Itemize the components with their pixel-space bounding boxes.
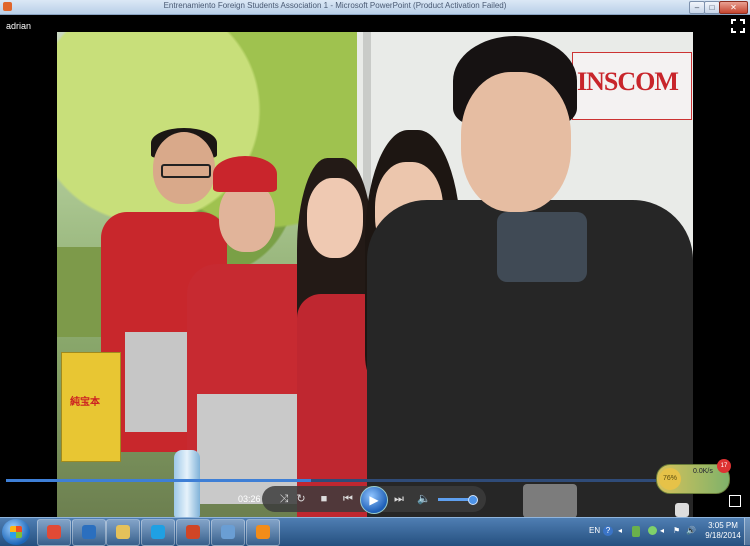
media-player-icon <box>82 525 96 539</box>
previous-button[interactable]: ⏮ <box>340 492 356 506</box>
network-speed: 0.0K/s <box>693 468 713 475</box>
volume-slider-knob[interactable] <box>468 495 478 505</box>
maximize-button[interactable]: □ <box>704 1 720 14</box>
volume-slider-fill <box>438 498 472 501</box>
elapsed-time: 03:26 <box>238 494 261 504</box>
vlc-icon <box>256 525 270 539</box>
tray-arrow-icon[interactable]: ◂ <box>660 526 664 535</box>
fullscreen-icon[interactable] <box>731 19 745 33</box>
taskbar-button-media-player[interactable] <box>72 519 106 546</box>
network-icon[interactable] <box>648 526 657 535</box>
close-button[interactable]: ✕ <box>719 1 748 14</box>
clock-time: 3:05 PM <box>708 521 738 530</box>
system-clock[interactable]: 3:05 PM 9/18/2014 <box>703 521 743 541</box>
taskbar-button-powerpoint[interactable] <box>176 519 210 546</box>
windows-logo-icon <box>10 526 22 538</box>
snack-box-text: 純宝本 <box>70 397 100 408</box>
photo-viewer-icon <box>221 525 235 539</box>
network-speed-widget[interactable]: 76% 0.0K/s 17 <box>656 459 731 494</box>
seek-bar[interactable] <box>6 479 700 482</box>
banner-text: INSCOM <box>577 67 679 96</box>
minimize-button[interactable]: – <box>689 1 705 14</box>
volume-slider[interactable] <box>438 495 478 505</box>
water-bottle <box>174 450 200 518</box>
play-button[interactable]: ▶ <box>360 486 388 514</box>
powerpoint-icon <box>186 525 200 539</box>
user-label: adrian <box>6 21 32 31</box>
snack-box: 純宝本 <box>61 352 121 462</box>
network-percent: 76% <box>659 468 681 490</box>
next-button[interactable]: ⏭ <box>391 492 407 506</box>
slideshow-stage: INSCOM 純宝本 <box>0 15 750 518</box>
taskbar-button-skype[interactable] <box>141 519 175 546</box>
usb-drive-icon[interactable] <box>675 503 689 517</box>
stop-button[interactable]: ■ <box>316 492 332 506</box>
show-desktop-button[interactable] <box>744 518 750 545</box>
help-icon[interactable]: ? <box>603 526 613 536</box>
language-indicator[interactable]: EN <box>589 526 600 535</box>
taskbar-button-file-explorer[interactable] <box>106 519 140 546</box>
battery-icon[interactable] <box>632 526 640 537</box>
skype-icon <box>151 525 165 539</box>
tray-expand-icon[interactable]: ◂ <box>618 526 622 535</box>
taskbar-button-photo-viewer[interactable] <box>211 519 245 546</box>
plastic-cup <box>523 484 577 518</box>
taskbar: EN ? ◂ ◂ ⚑ 🔊 <box>0 517 750 546</box>
shuffle-button[interactable]: ⤨ <box>276 492 292 506</box>
seek-bar-fill <box>6 479 312 482</box>
start-button[interactable] <box>2 519 30 545</box>
taskbar-button-vlc[interactable] <box>246 519 280 546</box>
window-title: Entrenamiento Foreign Students Associati… <box>163 1 507 10</box>
window-title-bar: Entrenamiento Foreign Students Associati… <box>0 0 750 15</box>
file-explorer-icon <box>116 525 130 539</box>
inscom-banner: INSCOM <box>572 52 692 120</box>
speaker-icon[interactable]: 🔊 <box>686 526 696 535</box>
chrome-icon <box>47 525 61 539</box>
clock-date: 9/18/2014 <box>705 531 741 540</box>
slide-photo[interactable]: INSCOM 純宝本 <box>57 32 693 518</box>
repeat-button[interactable]: ↻ <box>293 492 309 506</box>
network-badge: 17 <box>717 459 731 473</box>
action-center-flag-icon[interactable]: ⚑ <box>673 526 680 535</box>
volume-icon[interactable]: 🔈 <box>416 492 432 506</box>
expand-icon[interactable] <box>729 495 741 507</box>
taskbar-button-chrome[interactable] <box>37 519 71 546</box>
